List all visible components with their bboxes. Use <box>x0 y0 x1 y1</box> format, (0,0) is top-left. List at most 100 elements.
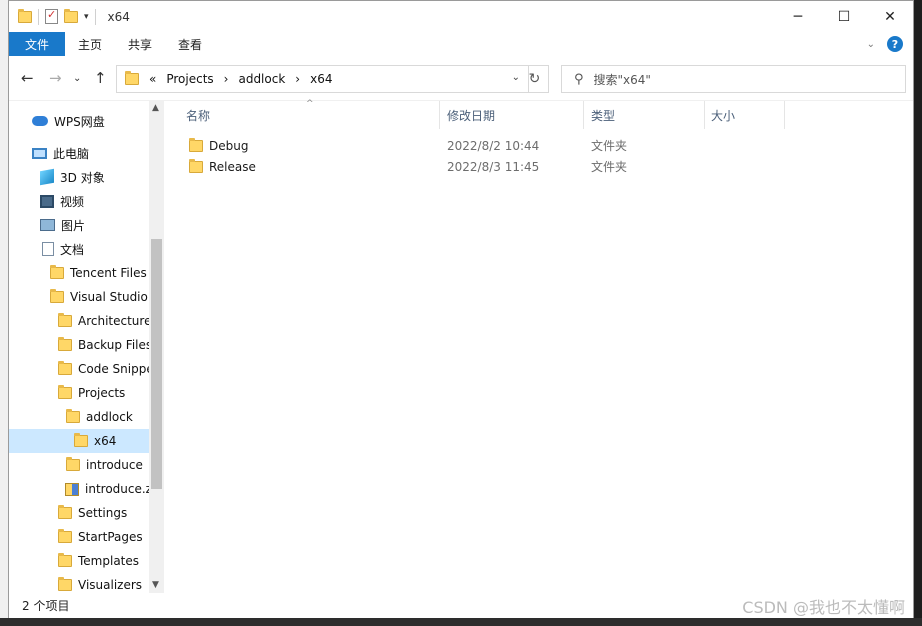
sidebar-item-code-snippets[interactable]: Code Snippe <box>9 357 149 381</box>
scroll-up-icon[interactable]: ▲ <box>152 103 159 113</box>
sidebar-item-addlock[interactable]: addlock <box>9 405 149 429</box>
file-row[interactable]: Debug 2022/8/2 10:44 文件夹 <box>164 135 913 156</box>
folder-icon <box>50 289 64 303</box>
folder-icon <box>66 409 80 423</box>
file-name: Release <box>209 159 256 174</box>
breadcrumb-overflow[interactable]: « <box>149 72 156 86</box>
address-row: ← → ⌄ ↑ « Projects › addlock › x64 ⌄ ↻ ⚲… <box>9 56 913 101</box>
folder-icon <box>18 8 32 23</box>
breadcrumb-separator[interactable]: › <box>224 72 229 86</box>
sidebar-item-videos[interactable]: 视频 <box>9 189 149 213</box>
pictures-icon <box>40 219 55 231</box>
sidebar-item-visual-studio[interactable]: Visual Studio <box>9 285 149 309</box>
documents-icon <box>42 242 54 256</box>
folder-icon <box>58 529 72 543</box>
background-right <box>914 0 922 626</box>
computer-icon <box>32 147 47 159</box>
sidebar-item-this-pc[interactable]: 此电脑 <box>9 141 149 165</box>
sidebar-item-introduce-zip[interactable]: introduce.z <box>9 477 149 501</box>
sidebar-item-backup-files[interactable]: Backup Files <box>9 333 149 357</box>
background-bottom <box>0 618 922 626</box>
properties-icon[interactable] <box>45 8 58 24</box>
3d-objects-icon <box>40 168 54 186</box>
maximize-button[interactable]: ☐ <box>821 1 867 32</box>
search-icon: ⚲ <box>574 71 584 87</box>
folder-icon <box>58 505 72 519</box>
scrollbar-thumb[interactable] <box>151 239 162 489</box>
breadcrumb-projects[interactable]: Projects <box>166 72 213 86</box>
tab-file[interactable]: 文件 <box>9 32 65 56</box>
file-type: 文件夹 <box>591 160 628 174</box>
column-header-size[interactable]: 大小 <box>711 101 735 129</box>
ribbon-tabs: 文件 主页 共享 查看 ⌄ ? <box>9 32 913 56</box>
search-input[interactable]: ⚲ 搜索"x64" <box>561 65 906 93</box>
background-left <box>0 0 8 626</box>
status-bar: 2 个项目 CSDN @我也不太懂啊 <box>9 593 913 618</box>
sidebar-item-architecture[interactable]: Architecture <box>9 309 149 333</box>
folder-icon <box>74 433 88 447</box>
tab-home[interactable]: 主页 <box>65 32 115 56</box>
chevron-down-icon[interactable]: ⌄ <box>512 72 520 83</box>
recent-locations-icon[interactable]: ⌄ <box>73 73 81 84</box>
item-count: 2 个项目 <box>22 599 70 613</box>
folder-icon <box>189 137 203 152</box>
forward-arrow-icon[interactable]: → <box>49 69 62 87</box>
refresh-button[interactable]: ↻ <box>521 65 549 93</box>
video-icon <box>40 194 54 208</box>
breadcrumb-x64[interactable]: x64 <box>310 72 332 86</box>
sidebar-item-tencent-files[interactable]: Tencent Files <box>9 261 149 285</box>
folder-icon <box>58 553 72 567</box>
help-icon[interactable]: ? <box>887 36 903 52</box>
file-type: 文件夹 <box>591 139 628 153</box>
explorer-window: ▾ x64 ─ ☐ ✕ 文件 主页 共享 查看 ⌄ ? ← → ⌄ ↑ « Pr… <box>8 0 914 618</box>
minimize-button[interactable]: ─ <box>775 1 821 32</box>
breadcrumb-separator[interactable]: › <box>295 72 300 86</box>
folder-icon <box>125 71 139 85</box>
new-folder-icon[interactable] <box>64 8 78 23</box>
column-header-type[interactable]: 类型 <box>591 101 615 129</box>
folder-icon <box>58 361 72 375</box>
file-name: Debug <box>209 138 249 153</box>
cloud-icon <box>32 116 48 126</box>
folder-icon <box>58 337 72 351</box>
address-bar[interactable]: « Projects › addlock › x64 ⌄ <box>116 65 529 93</box>
chevron-down-icon[interactable]: ▾ <box>84 12 89 22</box>
file-date: 2022/8/2 10:44 <box>447 138 540 153</box>
folder-icon <box>66 457 80 471</box>
sidebar-item-wps-cloud[interactable]: WPS网盘 <box>9 109 149 133</box>
navigation-pane: WPS网盘 此电脑 3D 对象 视频 图片 文档 Tencent Files V… <box>9 101 149 593</box>
title-bar: ▾ x64 ─ ☐ ✕ <box>9 1 913 32</box>
file-list: ^ 名称 修改日期 类型 大小 Debug 2022/8/2 10:44 文件夹… <box>164 99 913 593</box>
sidebar-item-startpages[interactable]: StartPages <box>9 525 149 549</box>
sidebar-item-documents[interactable]: 文档 <box>9 237 149 261</box>
close-button[interactable]: ✕ <box>867 1 913 32</box>
breadcrumb-addlock[interactable]: addlock <box>238 72 285 86</box>
expand-ribbon-icon[interactable]: ⌄ <box>867 39 875 50</box>
sidebar-item-3d-objects[interactable]: 3D 对象 <box>9 165 149 189</box>
up-arrow-icon[interactable]: ↑ <box>94 69 107 87</box>
sidebar-item-projects[interactable]: Projects <box>9 381 149 405</box>
window-controls: ─ ☐ ✕ <box>775 1 913 32</box>
sidebar-item-x64[interactable]: x64 <box>9 429 149 453</box>
column-header-name[interactable]: 名称 <box>186 101 210 129</box>
folder-icon <box>189 158 203 173</box>
folder-icon <box>58 385 72 399</box>
sort-ascending-icon: ^ <box>306 99 314 109</box>
column-header-date[interactable]: 修改日期 <box>447 101 495 129</box>
quick-access-toolbar: ▾ <box>18 8 96 25</box>
back-arrow-icon[interactable]: ← <box>21 69 34 87</box>
folder-icon <box>58 313 72 327</box>
folder-icon <box>50 265 64 279</box>
nav-scrollbar[interactable]: ▲ ▼ <box>149 101 164 593</box>
file-row[interactable]: Release 2022/8/3 11:45 文件夹 <box>164 156 913 177</box>
tab-view[interactable]: 查看 <box>165 32 215 56</box>
zip-icon <box>65 482 79 496</box>
sidebar-item-templates[interactable]: Templates <box>9 549 149 573</box>
scroll-down-icon[interactable]: ▼ <box>152 580 159 590</box>
tab-share[interactable]: 共享 <box>115 32 165 56</box>
watermark-text: CSDN @我也不太懂啊 <box>742 597 905 617</box>
sidebar-item-pictures[interactable]: 图片 <box>9 213 149 237</box>
sidebar-item-settings[interactable]: Settings <box>9 501 149 525</box>
sidebar-item-introduce[interactable]: introduce <box>9 453 149 477</box>
sidebar-item-visualizers[interactable]: Visualizers <box>9 573 149 593</box>
